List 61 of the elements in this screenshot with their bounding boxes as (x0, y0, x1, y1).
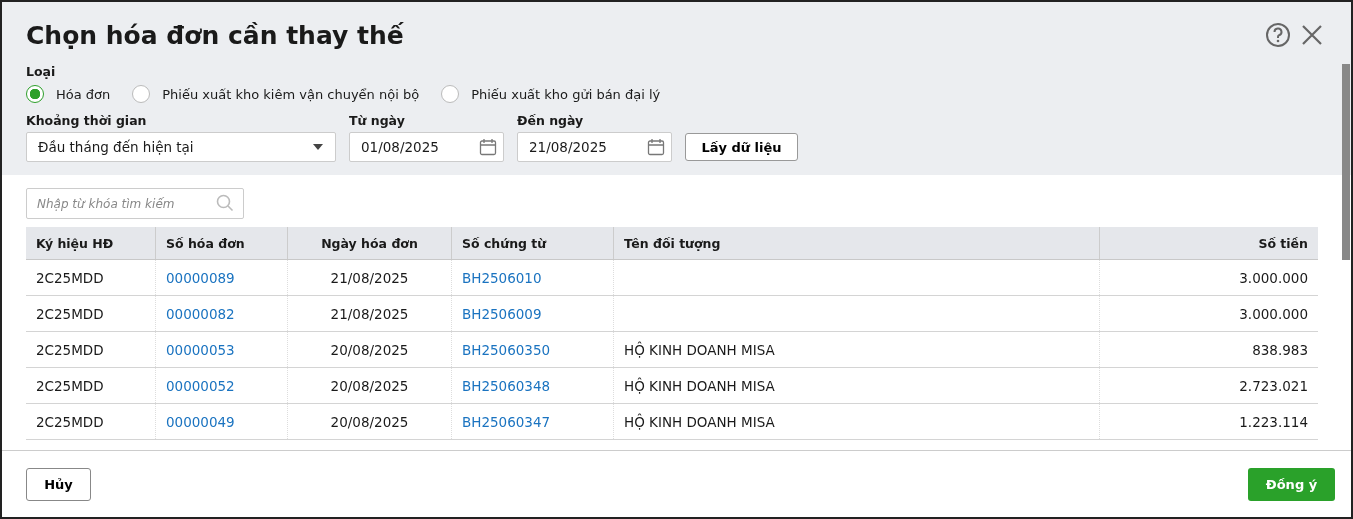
table-cell-text: 3.000.000 (1238, 304, 1309, 324)
table-cell: 2C25MDD (26, 404, 156, 439)
calendar-icon[interactable] (647, 138, 665, 156)
table-cell-text: 1.223.114 (1238, 412, 1309, 432)
from-date-field[interactable]: 01/08/2025 (349, 132, 504, 162)
table-link[interactable]: BH2506010 (452, 260, 614, 295)
table-cell: HỘ KINH DOANH MISA (614, 332, 1100, 367)
period-dropdown[interactable]: Đầu tháng đến hiện tại (26, 132, 336, 162)
table-cell-text: 2.723.021 (1238, 376, 1309, 396)
table-cell: 20/08/2025 (288, 368, 452, 403)
radio-circle[interactable] (132, 85, 151, 103)
calendar-icon[interactable] (479, 138, 497, 156)
radio-option[interactable]: Hóa đơn (26, 85, 111, 103)
help-icon[interactable] (1265, 22, 1291, 48)
table-link[interactable]: 00000052 (156, 368, 288, 403)
column-header[interactable]: Số hóa đơn (156, 227, 288, 259)
table-link[interactable]: BH2506009 (452, 296, 614, 331)
column-header[interactable]: Số chứng từ (452, 227, 614, 259)
scrollbar-thumb[interactable] (1342, 64, 1350, 260)
dialog-title: Chọn hóa đơn cần thay thế (26, 20, 404, 50)
search-icon (216, 194, 234, 212)
table-cell: 2C25MDD (26, 368, 156, 403)
close-icon[interactable] (1301, 24, 1323, 46)
table-cell: 2C25MDD (26, 296, 156, 331)
table-link[interactable]: 00000082 (156, 296, 288, 331)
to-date-label: Đến ngày (517, 113, 585, 128)
from-date-label: Từ ngày (349, 113, 406, 128)
cancel-button[interactable]: Hủy (26, 467, 91, 501)
type-label: Loại (26, 64, 57, 79)
radio-circle[interactable] (441, 85, 460, 103)
table-link[interactable]: BH25060348 (452, 368, 614, 403)
column-header[interactable]: Ngày hóa đơn (288, 227, 452, 259)
table-cell: 2C25MDD (26, 332, 156, 367)
table-cell: HỘ KINH DOANH MISA (614, 368, 1100, 403)
fetch-data-button[interactable]: Lấy dữ liệu (685, 133, 798, 161)
table-link[interactable]: 00000089 (156, 260, 288, 295)
table-cell-text: 838.983 (1251, 340, 1309, 360)
period-label: Khoảng thời gian (26, 113, 148, 128)
radio-option[interactable]: Phiếu xuất kho kiêm vận chuyển nội bộ (132, 85, 420, 103)
radio-label[interactable]: Hóa đơn (56, 86, 111, 102)
table-cell-text: 3.000.000 (1238, 268, 1309, 288)
to-date-field[interactable]: 21/08/2025 (517, 132, 672, 162)
radio-circle[interactable] (26, 85, 44, 103)
table-cell: HỘ KINH DOANH MISA (614, 404, 1100, 439)
table-link[interactable]: BH25060347 (452, 404, 614, 439)
table-cell: 21/08/2025 (288, 296, 452, 331)
column-header[interactable]: Ký hiệu HĐ (26, 227, 156, 259)
search-field[interactable]: Nhập từ khóa tìm kiếm (26, 188, 244, 219)
table-link[interactable]: 00000049 (156, 404, 288, 439)
radio-label[interactable]: Phiếu xuất kho kiêm vận chuyển nội bộ (162, 86, 420, 102)
column-header[interactable]: Tên đối tượng (614, 227, 1100, 259)
table-cell: 21/08/2025 (288, 260, 452, 295)
table-link[interactable]: BH25060350 (452, 332, 614, 367)
table-cell: 20/08/2025 (288, 332, 452, 367)
table-link[interactable]: 00000053 (156, 332, 288, 367)
caret-icon (313, 144, 323, 150)
radio-option[interactable]: Phiếu xuất kho gửi bán đại lý (441, 85, 661, 103)
table-cell: 2C25MDD (26, 260, 156, 295)
radio-label[interactable]: Phiếu xuất kho gửi bán đại lý (471, 86, 661, 102)
column-header[interactable]: Số tiền (1100, 227, 1318, 259)
table-cell: 20/08/2025 (288, 404, 452, 439)
